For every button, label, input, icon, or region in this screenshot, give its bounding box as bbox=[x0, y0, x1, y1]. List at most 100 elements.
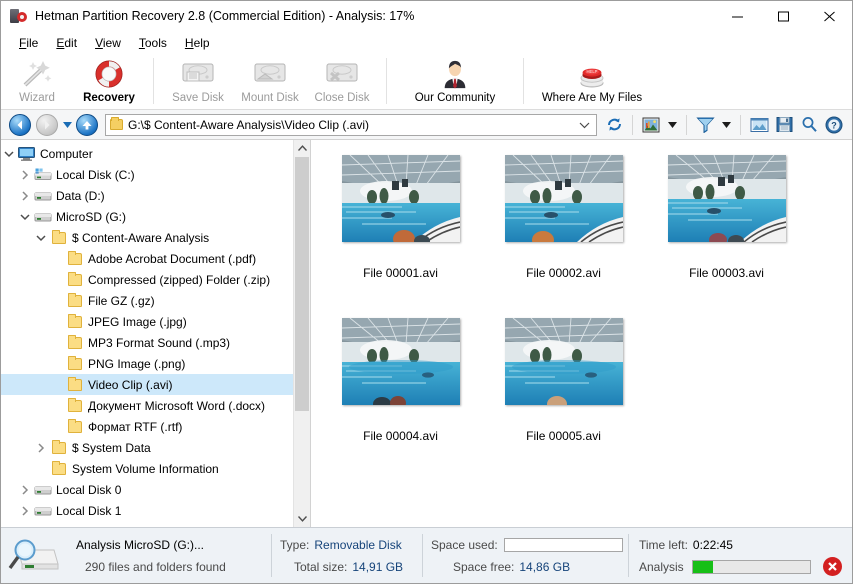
history-dropdown-icon[interactable] bbox=[61, 121, 73, 128]
tree-item-local-disk-c[interactable]: Local Disk (C:) bbox=[1, 164, 293, 185]
tree-scroll-track[interactable] bbox=[294, 157, 310, 510]
file-thumbnail[interactable] bbox=[341, 318, 460, 405]
file-thumbnail[interactable] bbox=[341, 155, 460, 242]
save-disk-icon bbox=[181, 58, 215, 90]
tree-scrollbar[interactable] bbox=[293, 140, 310, 527]
mount-disk-button[interactable]: Mount Disk bbox=[234, 56, 306, 108]
view-mode-button[interactable] bbox=[639, 113, 663, 137]
chevron-down-icon[interactable] bbox=[1, 146, 17, 162]
forward-arrow-icon bbox=[36, 113, 58, 136]
status-space-col: Space used: Space free: 14,86 GB bbox=[423, 528, 628, 583]
chevron-down-icon bbox=[667, 121, 677, 128]
file-item[interactable]: File 00003.avi bbox=[645, 150, 808, 313]
chevron-down-icon bbox=[721, 121, 731, 128]
tree-item-png-image-png[interactable]: PNG Image (.png) bbox=[1, 353, 293, 374]
menu-help[interactable]: Help bbox=[176, 34, 219, 52]
tree-item-microsd-g[interactable]: MicroSD (G:) bbox=[1, 206, 293, 227]
close-disk-button[interactable]: Close Disk bbox=[306, 56, 378, 108]
menu-help-rest: elp bbox=[193, 36, 210, 50]
twisty-none bbox=[49, 251, 65, 267]
twisty-none bbox=[49, 314, 65, 330]
stop-icon[interactable] bbox=[822, 557, 842, 576]
tree-item-system-volume-information[interactable]: System Volume Information bbox=[1, 458, 293, 479]
help-button[interactable]: ? bbox=[822, 113, 846, 137]
minimize-icon[interactable] bbox=[714, 1, 760, 32]
main-content: Computer Local Disk (C:) Data (D:) MicroSD … bbox=[1, 140, 852, 527]
tree-item-system-data[interactable]: $ System Data bbox=[1, 437, 293, 458]
maximize-icon[interactable] bbox=[760, 1, 806, 32]
scroll-down-icon[interactable] bbox=[294, 510, 310, 527]
tree-item-label: PNG Image (.png) bbox=[88, 356, 186, 371]
menu-file[interactable]: File bbox=[10, 34, 47, 52]
tree-scroll-thumb[interactable] bbox=[295, 157, 309, 412]
file-thumbnail[interactable] bbox=[504, 318, 623, 405]
file-item[interactable]: File 00004.avi bbox=[319, 313, 482, 476]
total-size-line: Total size: 14,91 GB bbox=[280, 556, 422, 578]
preview-pane-icon bbox=[750, 117, 768, 132]
tree-item-local-disk-0[interactable]: Local Disk 0 bbox=[1, 479, 293, 500]
chevron-right-icon[interactable] bbox=[33, 440, 49, 456]
menu-tools[interactable]: Tools bbox=[130, 34, 176, 52]
file-name: File 00001.avi bbox=[363, 266, 438, 280]
type-label: Type: bbox=[280, 537, 310, 552]
file-thumbnail[interactable] bbox=[667, 155, 786, 242]
filter-dropdown[interactable] bbox=[718, 113, 734, 137]
tree-item-adobe-acrobat-document-pdf[interactable]: Adobe Acrobat Document (.pdf) bbox=[1, 248, 293, 269]
address-input[interactable]: G:\$ Content-Aware Analysis\Video Clip (… bbox=[105, 113, 597, 136]
tree-item-jpeg-image-jpg[interactable]: JPEG Image (.jpg) bbox=[1, 311, 293, 332]
search-button[interactable] bbox=[797, 113, 821, 137]
mount-disk-icon bbox=[253, 58, 287, 90]
menu-view[interactable]: View bbox=[86, 34, 130, 52]
life-ring-icon bbox=[93, 58, 125, 90]
tree-item-file-gz-gz[interactable]: File GZ (.gz) bbox=[1, 290, 293, 311]
where-are-my-files-button[interactable]: HELP Where Are My Files bbox=[532, 56, 652, 108]
chevron-down-icon[interactable] bbox=[17, 209, 33, 225]
status-progress-col: Time left: 0:22:45 Analysis bbox=[629, 528, 852, 583]
recovery-button[interactable]: Recovery bbox=[73, 56, 145, 108]
save-icon bbox=[776, 117, 792, 132]
wizard-button[interactable]: Wizard bbox=[1, 56, 73, 108]
chevron-down-icon[interactable] bbox=[33, 230, 49, 246]
our-community-button[interactable]: Our Community bbox=[395, 56, 515, 108]
tree-item-video-clip-avi[interactable]: Video Clip (.avi) bbox=[1, 374, 293, 395]
scroll-up-icon[interactable] bbox=[294, 140, 310, 157]
chevron-right-icon[interactable] bbox=[17, 482, 33, 498]
save-button[interactable] bbox=[772, 113, 796, 137]
tree-item-mp3-format-sound-mp3[interactable]: MP3 Format Sound (.mp3) bbox=[1, 332, 293, 353]
files-found-line: 290 files and folders found bbox=[71, 556, 271, 578]
tree-item-microsoft-word-docx[interactable]: Документ Microsoft Word (.docx) bbox=[1, 395, 293, 416]
chevron-down-icon[interactable] bbox=[577, 118, 592, 132]
tree-item-rtf-rtf[interactable]: Формат RTF (.rtf) bbox=[1, 416, 293, 437]
toolbar-separator-1 bbox=[153, 58, 154, 104]
refresh-button[interactable] bbox=[602, 113, 626, 137]
file-item[interactable]: File 00002.avi bbox=[482, 150, 645, 313]
tree-item-computer[interactable]: Computer bbox=[1, 143, 293, 164]
chevron-right-icon[interactable] bbox=[17, 503, 33, 519]
file-thumbnail[interactable] bbox=[504, 155, 623, 242]
tree-item-compressed-zipped-folder-zip[interactable]: Compressed (zipped) Folder (.zip) bbox=[1, 269, 293, 290]
menu-bar: File Edit View Tools Help bbox=[1, 32, 852, 54]
close-icon[interactable] bbox=[806, 1, 852, 32]
back-button[interactable] bbox=[7, 112, 33, 138]
view-mode-dropdown[interactable] bbox=[664, 113, 680, 137]
file-item[interactable]: File 00001.avi bbox=[319, 150, 482, 313]
preview-pane-button[interactable] bbox=[747, 113, 771, 137]
save-disk-button[interactable]: Save Disk bbox=[162, 56, 234, 108]
folder-tree[interactable]: Computer Local Disk (C:) Data (D:) MicroSD … bbox=[1, 140, 293, 527]
file-name: File 00005.avi bbox=[526, 429, 601, 443]
menu-edit[interactable]: Edit bbox=[47, 34, 86, 52]
tree-item-content-aware-analysis[interactable]: $ Content-Aware Analysis bbox=[1, 227, 293, 248]
folder-icon bbox=[49, 460, 68, 477]
filter-funnel-icon bbox=[695, 117, 715, 133]
up-button[interactable] bbox=[74, 112, 100, 138]
space-used-label: Space used: bbox=[431, 537, 498, 552]
file-thumbnail-pane[interactable]: File 00001.avi File 00002.avi File 00003.a… bbox=[311, 140, 852, 527]
forward-button[interactable] bbox=[34, 112, 60, 138]
chevron-right-icon[interactable] bbox=[17, 167, 33, 183]
file-item[interactable]: File 00005.avi bbox=[482, 313, 645, 476]
tree-item-local-disk-1[interactable]: Local Disk 1 bbox=[1, 500, 293, 521]
chevron-right-icon[interactable] bbox=[17, 188, 33, 204]
filter-button[interactable] bbox=[693, 113, 717, 137]
address-separator-1 bbox=[632, 114, 633, 135]
tree-item-data-d[interactable]: Data (D:) bbox=[1, 185, 293, 206]
